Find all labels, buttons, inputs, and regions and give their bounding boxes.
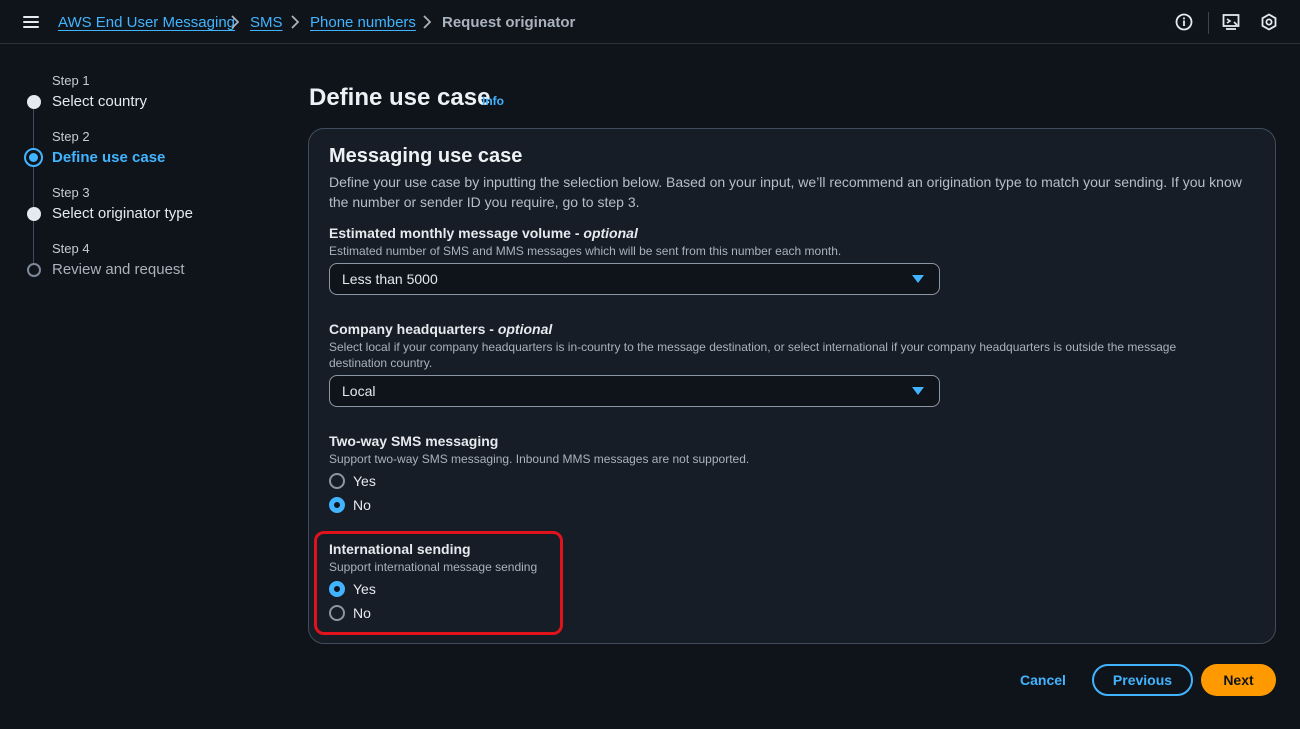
info-link[interactable]: Info xyxy=(482,94,504,108)
breadcrumb-current: Request originator xyxy=(442,14,576,31)
step-active-dot xyxy=(24,148,43,167)
caret-down-icon xyxy=(912,275,924,283)
step-pending-dot xyxy=(27,263,41,277)
volume-select-value: Less than 5000 xyxy=(342,271,438,287)
headquarters-label-text: Company headquarters - xyxy=(329,321,498,337)
two-way-yes-label[interactable]: Yes xyxy=(353,473,376,489)
steps-connector-line xyxy=(33,102,34,270)
step-4-number: Step 4 xyxy=(52,241,90,256)
step-completed-dot xyxy=(27,207,41,221)
headquarters-select[interactable]: Local xyxy=(329,375,940,407)
step-1-number: Step 1 xyxy=(52,73,90,88)
chevron-right-icon xyxy=(423,15,431,29)
page-title: Define use case xyxy=(309,84,491,111)
step-2-title: Define use case xyxy=(52,149,166,166)
previous-button[interactable]: Previous xyxy=(1092,664,1193,696)
headquarters-select-value: Local xyxy=(342,383,376,399)
caret-down-icon xyxy=(912,387,924,395)
next-button[interactable]: Next xyxy=(1201,664,1276,696)
step-completed-dot xyxy=(27,95,41,109)
breadcrumb-phone-numbers[interactable]: Phone numbers xyxy=(310,14,416,32)
chevron-right-icon xyxy=(291,15,299,29)
volume-label-text: Estimated monthly message volume - xyxy=(329,225,584,241)
step-4-title: Review and request xyxy=(52,261,185,278)
step-3-title[interactable]: Select originator type xyxy=(52,205,193,222)
volume-hint: Estimated number of SMS and MMS messages… xyxy=(329,244,842,258)
two-way-label: Two-way SMS messaging xyxy=(329,433,499,449)
headquarters-label: Company headquarters - optional xyxy=(329,321,552,337)
settings-icon[interactable] xyxy=(1260,13,1278,31)
volume-label: Estimated monthly message volume - optio… xyxy=(329,225,638,241)
headquarters-hint: Select local if your company headquarter… xyxy=(329,340,1177,370)
annotation-highlight-box xyxy=(314,531,563,635)
toolbar-divider xyxy=(1208,12,1209,34)
container-description: Define your use case by inputting the se… xyxy=(329,174,1242,210)
top-navigation-bar: AWS End User Messaging SMS Phone numbers… xyxy=(0,0,1300,44)
cancel-button[interactable]: Cancel xyxy=(1006,664,1080,696)
volume-select[interactable]: Less than 5000 xyxy=(329,263,940,295)
container-title: Messaging use case xyxy=(329,145,523,167)
step-2-number: Step 2 xyxy=(52,129,90,144)
two-way-no-label[interactable]: No xyxy=(353,497,371,513)
two-way-hint: Support two-way SMS messaging. Inbound M… xyxy=(329,452,750,466)
two-way-yes-radio[interactable] xyxy=(329,473,345,489)
step-1-title[interactable]: Select country xyxy=(52,93,147,110)
two-way-no-radio[interactable] xyxy=(329,497,345,513)
breadcrumb-aws-end-user-messaging[interactable]: AWS End User Messaging xyxy=(58,14,235,32)
breadcrumb-sms[interactable]: SMS xyxy=(250,14,283,32)
optional-tag: optional xyxy=(583,225,638,241)
hamburger-menu-icon[interactable] xyxy=(23,16,39,28)
cloudshell-icon[interactable] xyxy=(1222,13,1240,31)
optional-tag: optional xyxy=(497,321,553,337)
info-icon[interactable] xyxy=(1175,13,1193,31)
step-3-number: Step 3 xyxy=(52,185,90,200)
chevron-right-icon xyxy=(231,15,239,29)
